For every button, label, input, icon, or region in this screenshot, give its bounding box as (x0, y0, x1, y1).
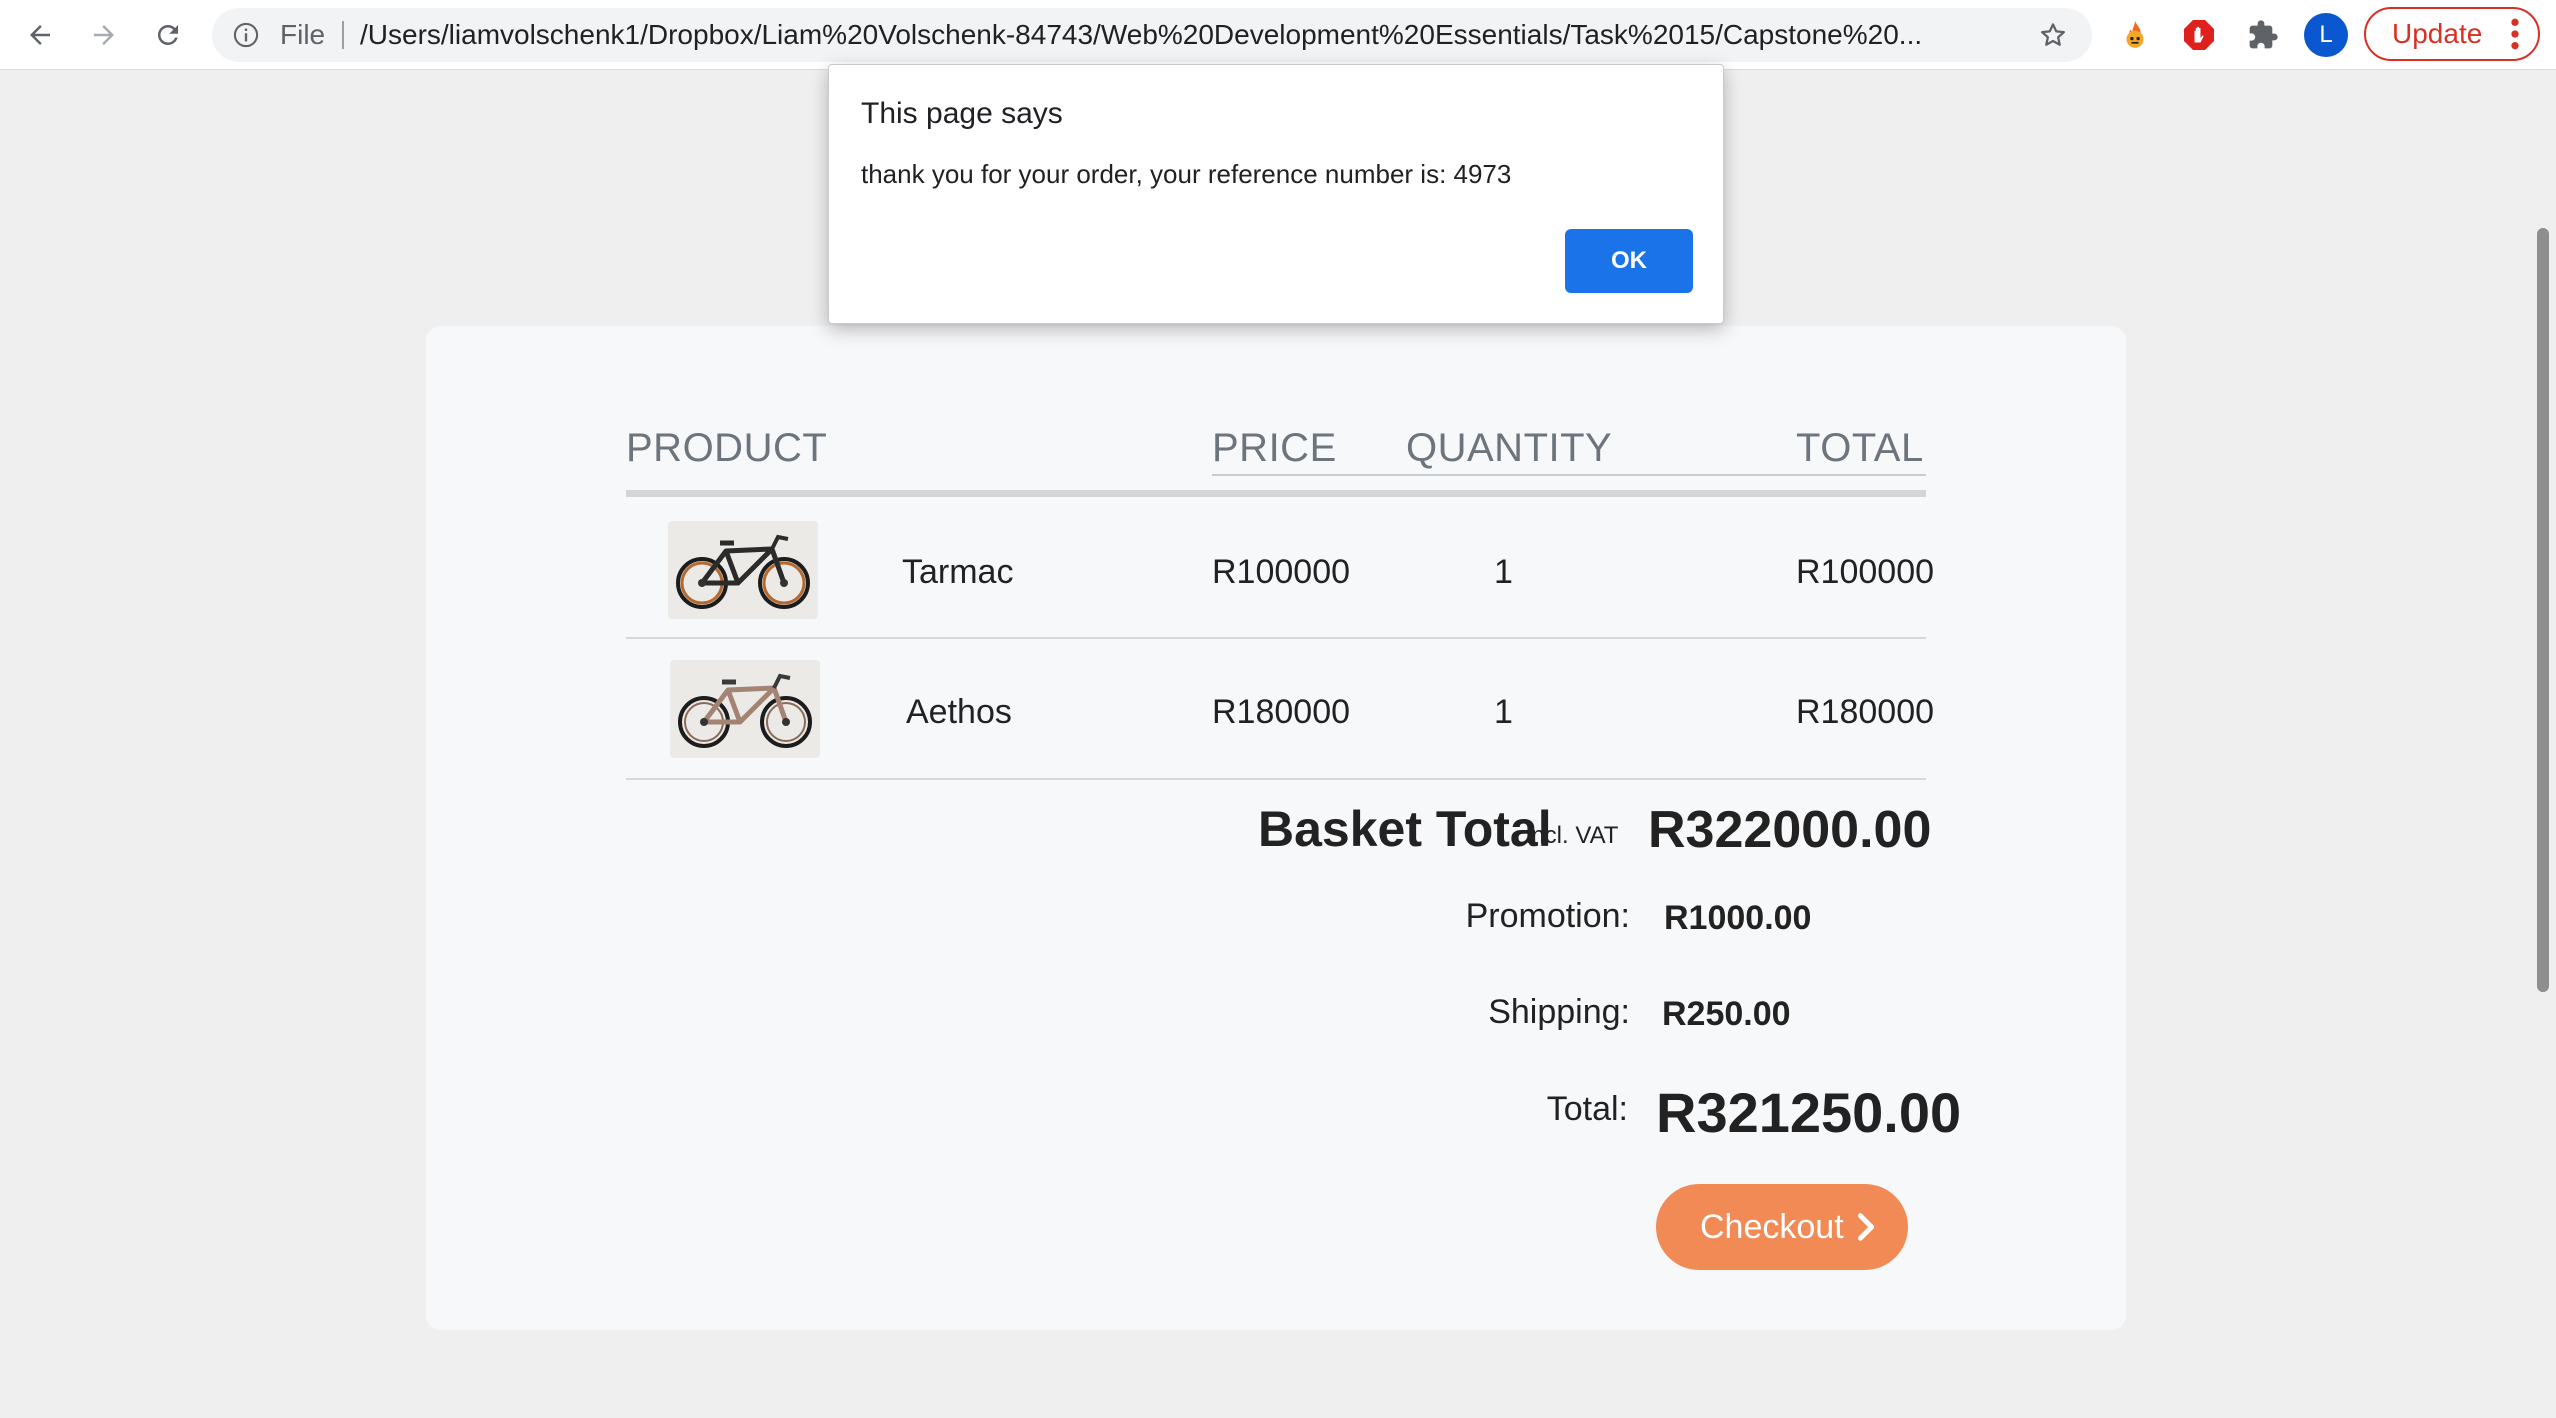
item-total: R100000 (1796, 553, 1935, 591)
row-divider (626, 637, 1926, 639)
row-divider (626, 778, 1926, 780)
item-price: R100000 (1212, 553, 1351, 591)
address-bar[interactable]: File /Users/liamvolschenk1/Dropbox/Liam%… (212, 8, 2092, 62)
kebab-menu-icon[interactable] (2510, 17, 2520, 51)
ok-button[interactable]: OK (1565, 229, 1693, 293)
product-image-tarmac (668, 521, 818, 619)
omnibox-divider (342, 21, 344, 49)
page-scrollbar[interactable] (2537, 228, 2549, 992)
dialog-title: This page says (861, 97, 1063, 130)
info-circle-icon[interactable] (232, 21, 260, 49)
arrow-right-icon (94, 25, 114, 45)
reload-icon (157, 24, 178, 45)
shipping-value: R250.00 (1662, 995, 1791, 1033)
scheme-label: File (280, 19, 326, 50)
alert-dialog: This page says thank you for your order,… (828, 64, 1724, 324)
promotion-label: Promotion: (1465, 897, 1630, 935)
update-label: Update (2392, 18, 2483, 49)
url-text[interactable]: /Users/liamvolschenk1/Dropbox/Liam%20Vol… (360, 8, 2020, 62)
item-name-tarmac: Tarmac (902, 553, 1014, 591)
flame-extension-icon[interactable] (2116, 16, 2154, 54)
reload-button[interactable] (146, 13, 190, 57)
update-button[interactable]: Update (2364, 7, 2540, 61)
back-button[interactable] (18, 13, 62, 57)
dialog-message: thank you for your order, your reference… (861, 159, 1512, 189)
checkout-label: Checkout (1700, 1208, 1844, 1246)
item-name-aethos: Aethos (906, 693, 1012, 731)
total-label: Total: (1546, 1090, 1628, 1128)
item-quantity: 1 (1494, 553, 1513, 591)
arrow-left-icon (30, 25, 50, 45)
forward-button[interactable] (82, 13, 126, 57)
ad-block-stop-icon[interactable] (2180, 16, 2218, 54)
basket-total-vat-note: incl. VAT (1526, 822, 1619, 849)
browser-toolbar: File /Users/liamvolschenk1/Dropbox/Liam%… (0, 0, 2556, 70)
profile-avatar[interactable]: L (2304, 13, 2348, 57)
header-price: PRICE (1212, 426, 1337, 470)
puzzle-extensions-icon[interactable] (2244, 16, 2282, 54)
basket-total-label: Basket Total (1258, 801, 1552, 857)
item-price: R180000 (1212, 693, 1351, 731)
bicycle-icon (678, 673, 812, 748)
promotion-value: R1000.00 (1664, 899, 1812, 937)
shipping-label: Shipping: (1488, 993, 1630, 1031)
product-image-aethos (670, 660, 820, 758)
header-quantity: QUANTITY (1406, 426, 1613, 470)
checkout-button[interactable]: Checkout (1656, 1184, 1908, 1270)
item-quantity: 1 (1494, 693, 1513, 731)
item-total: R180000 (1796, 693, 1935, 731)
bicycle-icon (676, 534, 810, 609)
header-total: TOTAL (1796, 426, 1924, 470)
chevron-right-icon (1857, 1213, 1875, 1241)
basket-total-value: R322000.00 (1648, 801, 1932, 859)
header-divider (626, 490, 1926, 497)
star-outline-icon[interactable] (2038, 20, 2068, 50)
header-product: PRODUCT (626, 426, 828, 470)
header-underline (1212, 474, 1926, 476)
total-value: R321250.00 (1656, 1081, 1962, 1144)
